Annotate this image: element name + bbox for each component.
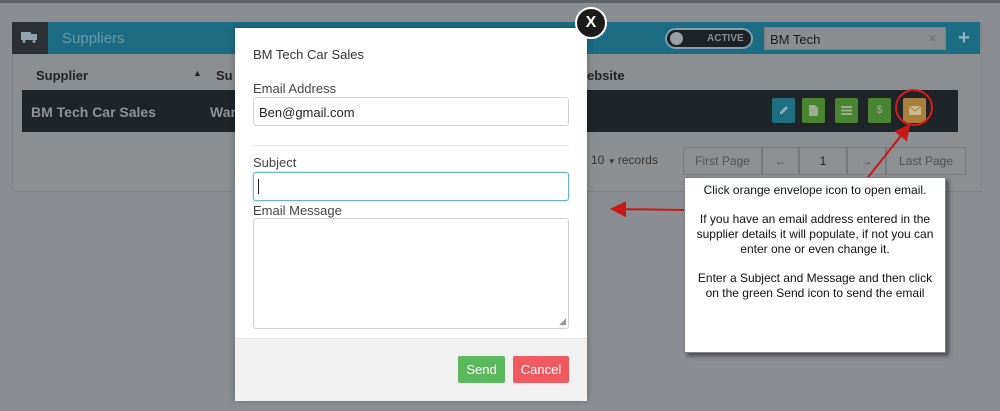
email-modal: BM Tech Car Sales Email Address Ben@gmai…: [235, 28, 587, 401]
send-button[interactable]: Send: [458, 356, 505, 383]
arrow-to-modal: [610, 201, 685, 218]
column-header-website[interactable]: ebsite: [587, 68, 625, 83]
list-icon: [841, 106, 852, 115]
payments-button[interactable]: $: [868, 98, 891, 123]
modal-title: BM Tech Car Sales: [253, 47, 365, 62]
text-cursor: [258, 179, 259, 194]
callout-paragraph: Click orange envelope icon to open email…: [703, 183, 927, 197]
email-field[interactable]: Ben@gmail.com: [253, 97, 569, 126]
edit-button[interactable]: [772, 98, 795, 123]
sort-asc-icon[interactable]: ▲: [193, 68, 202, 78]
panel-title: Suppliers: [62, 30, 125, 47]
first-page-button[interactable]: First Page: [683, 147, 762, 175]
message-textarea[interactable]: ◢: [253, 218, 569, 329]
add-supplier-button[interactable]: +: [948, 24, 980, 54]
document-icon: [809, 105, 818, 116]
active-toggle[interactable]: ACTIVE: [665, 28, 753, 49]
annotation-circle: [895, 89, 933, 126]
records-label: records: [617, 153, 658, 167]
search-value: BM Tech: [770, 32, 821, 47]
email-label: Email Address: [253, 81, 337, 96]
close-modal-button[interactable]: X: [575, 7, 607, 39]
page-size-value: 10: [591, 153, 605, 167]
prev-page-button[interactable]: ←: [762, 147, 799, 175]
column-header-supplier[interactable]: Supplier: [36, 68, 88, 83]
truck-icon: [21, 32, 37, 43]
list-button[interactable]: [835, 98, 858, 123]
toggle-label: ACTIVE: [707, 33, 744, 44]
modal-footer: Send Cancel: [235, 338, 587, 401]
truck-icon-box: [12, 22, 48, 54]
instruction-callout: Click orange envelope icon to open email…: [684, 177, 946, 353]
page-size-select[interactable]: 10 ▼ records: [591, 153, 658, 167]
subject-field[interactable]: [253, 172, 569, 201]
column-header-contact[interactable]: Su: [216, 68, 233, 83]
row-contact: War: [210, 104, 236, 120]
current-page[interactable]: 1: [799, 147, 847, 175]
last-page-button[interactable]: Last Page: [886, 147, 966, 175]
callout-paragraph: Enter a Subject and Message and then cli…: [697, 271, 933, 300]
top-border: [0, 0, 1000, 3]
next-page-button[interactable]: →: [847, 147, 886, 175]
document-button[interactable]: [802, 98, 825, 123]
subject-label: Subject: [253, 155, 297, 170]
row-supplier: BM Tech Car Sales: [31, 104, 157, 120]
chevron-down-icon: ▼: [607, 157, 618, 166]
callout-paragraph: If you have an email address entered in …: [696, 212, 934, 256]
resize-handle-icon[interactable]: ◢: [559, 316, 566, 327]
cancel-button[interactable]: Cancel: [513, 356, 569, 383]
message-label: Email Message: [253, 203, 342, 218]
clear-icon[interactable]: ×: [928, 30, 937, 47]
search-input[interactable]: BM Tech ×: [764, 27, 946, 50]
toggle-knob: [670, 32, 683, 45]
divider: [253, 145, 569, 146]
pencil-icon: [779, 106, 788, 114]
